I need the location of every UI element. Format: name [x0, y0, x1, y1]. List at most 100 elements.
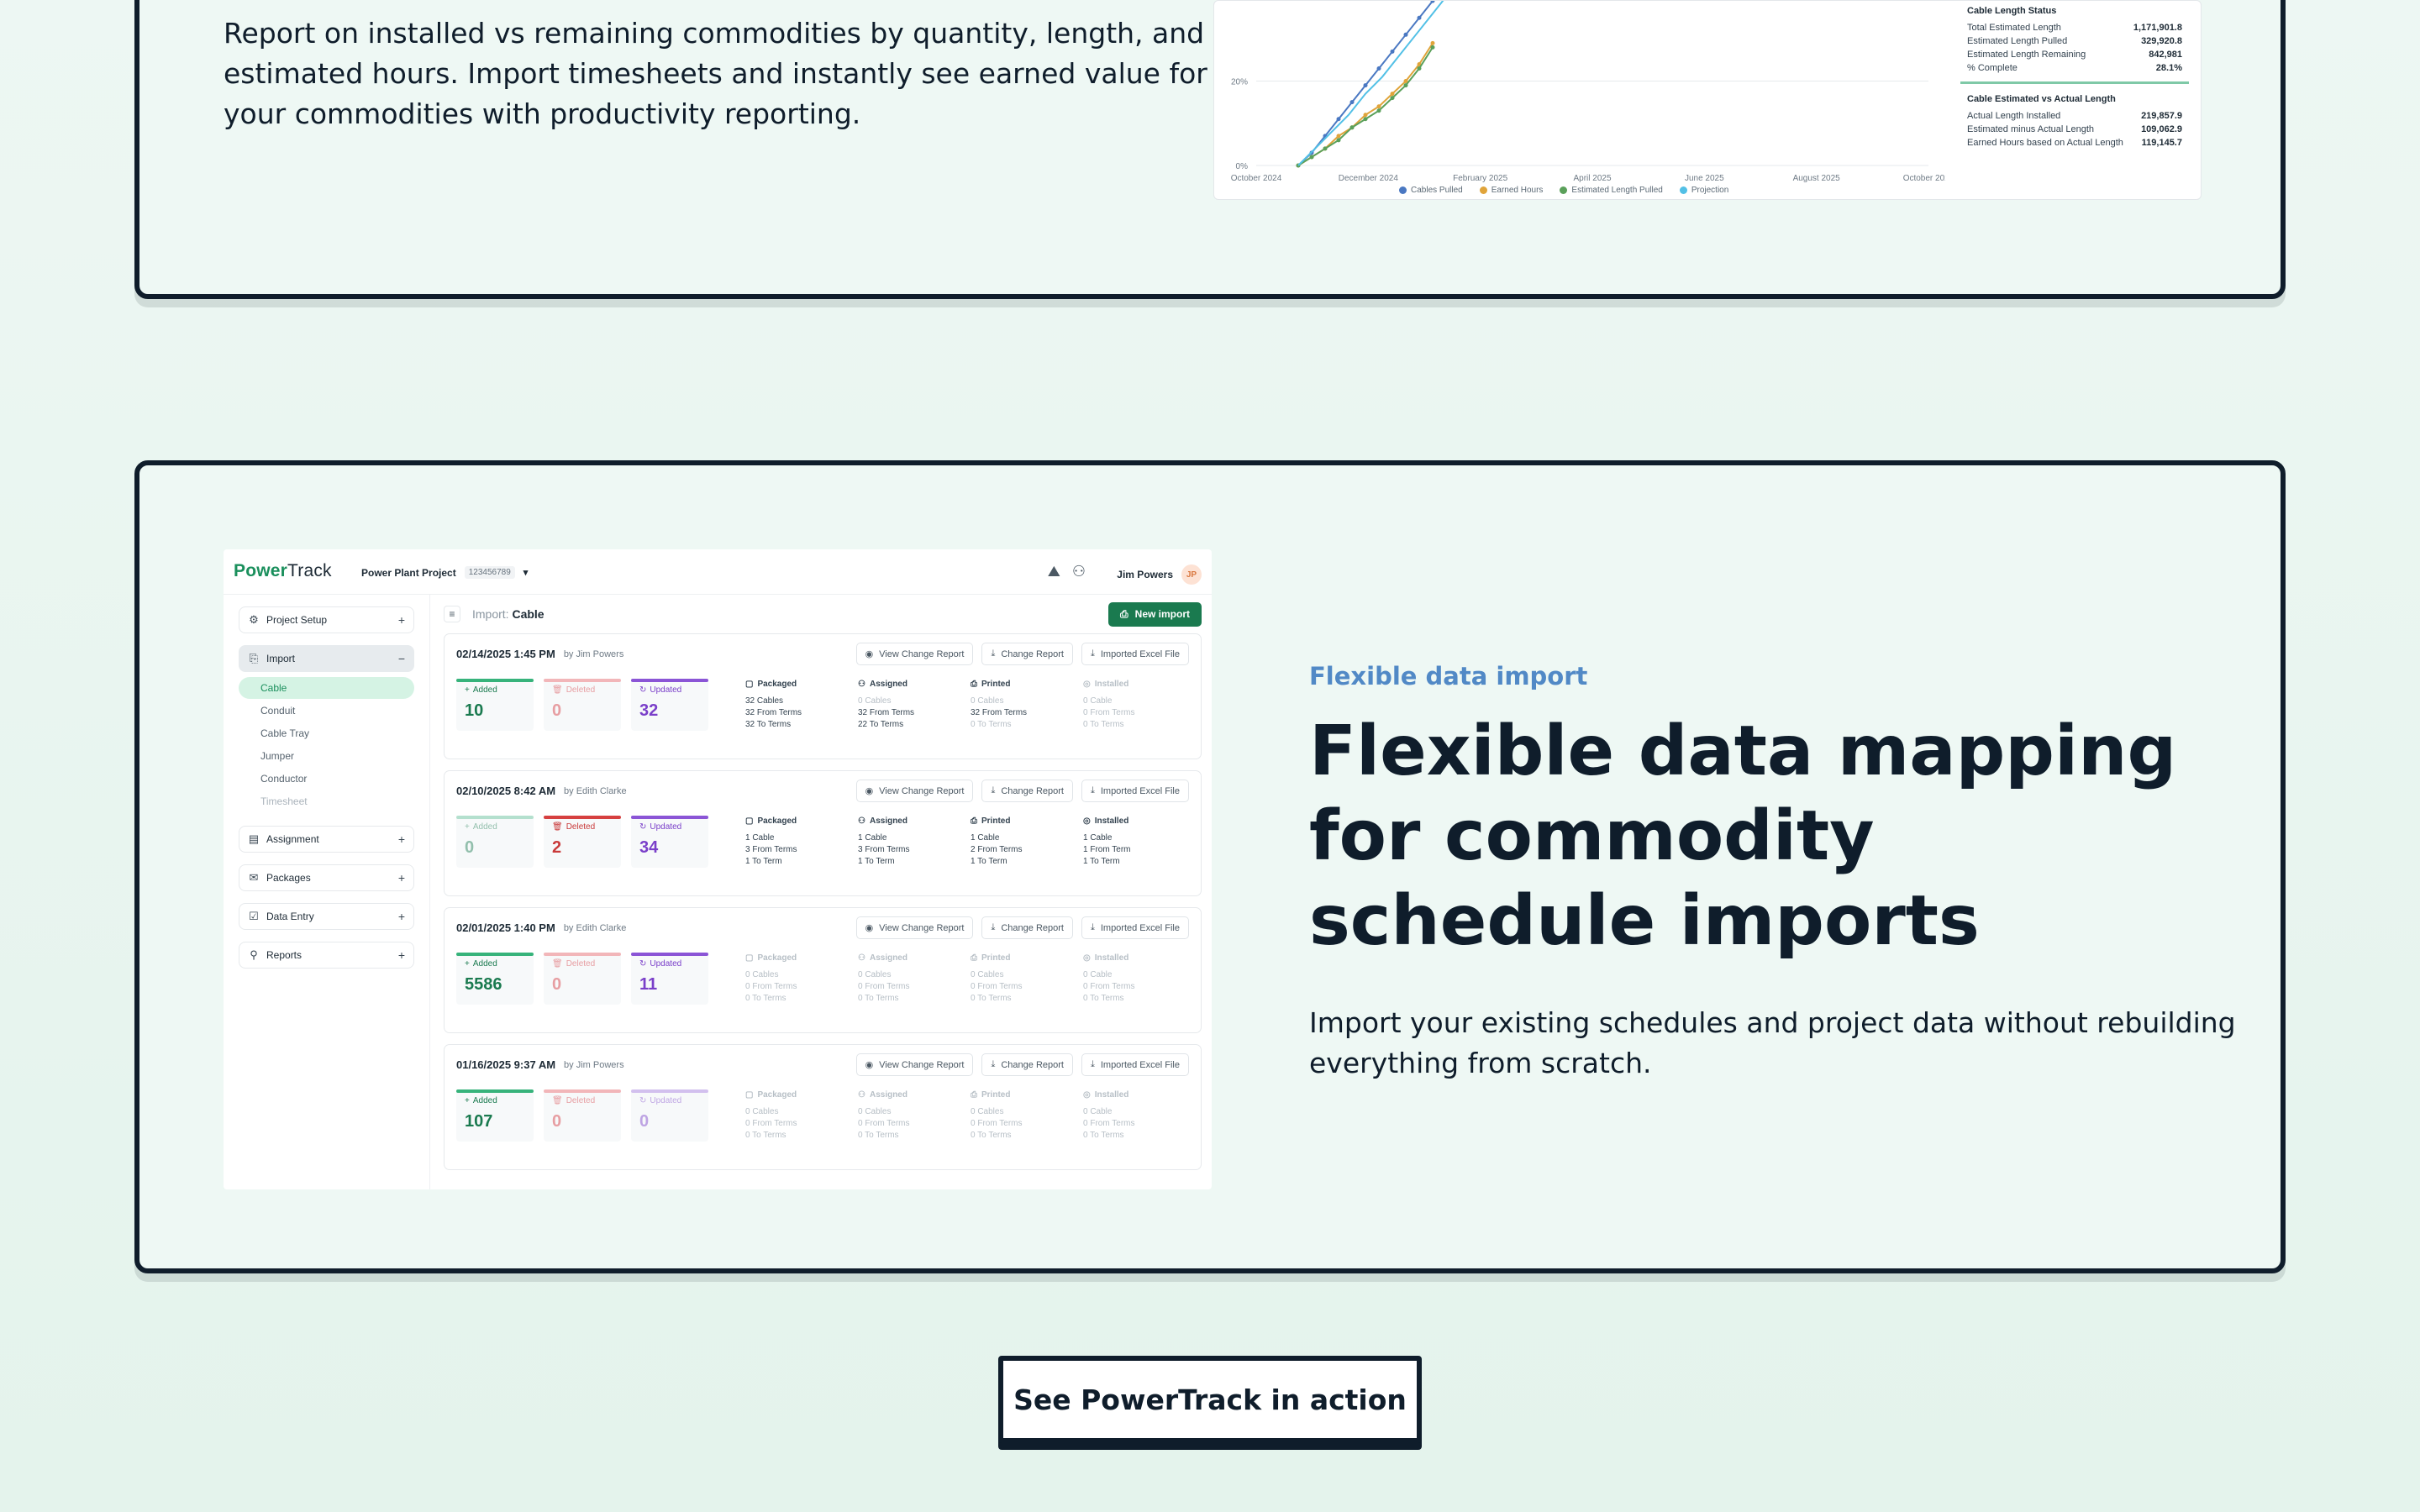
cable-length-summary: Cable Length Status Total Estimated Leng…	[1957, 1, 2192, 199]
menu-icon[interactable]: ≡	[444, 606, 460, 622]
sidebar-subitem-cable[interactable]: Cable	[239, 677, 414, 699]
check-circle-icon: ◎	[1083, 680, 1091, 689]
added-stat: + Added 10	[456, 679, 534, 731]
series-line	[1297, 1, 1434, 166]
imported-excel-file-button[interactable]: ⤓ Imported Excel File	[1081, 1053, 1189, 1076]
series-point	[1376, 104, 1381, 109]
see-powertrack-in-action-button[interactable]: See PowerTrack in action	[998, 1356, 1422, 1443]
powertrack-logo[interactable]: PowerTrack	[234, 561, 332, 581]
plus-icon: +	[465, 822, 470, 832]
imported-excel-file-button[interactable]: ⤓ Imported Excel File	[1081, 780, 1189, 802]
legend-swatch	[1679, 186, 1687, 194]
legend-swatch	[1399, 186, 1407, 194]
user-menu[interactable]: Jim Powers JP	[1117, 564, 1202, 585]
minus-icon: −	[397, 652, 405, 665]
check-circle-icon: ◎	[1083, 1090, 1091, 1100]
series-line	[1297, 46, 1434, 166]
sidebar-item-import[interactable]: ⎘ Import −	[239, 645, 414, 672]
deleted-stat: 🗑 Deleted 0	[544, 953, 621, 1005]
series-point	[1309, 155, 1314, 160]
sidebar-item-data-entry[interactable]: ☑ Data Entry +	[239, 903, 414, 930]
series-point	[1349, 100, 1355, 105]
chart-icon[interactable]: ⛰	[1048, 563, 1060, 580]
powertrack-app-screenshot: PowerTrack Power Plant Project 123456789…	[224, 549, 1212, 1189]
download-icon: ⤓	[1090, 1059, 1095, 1069]
package-icon: ▢	[745, 1090, 754, 1100]
trash-icon: 🗑	[552, 1096, 563, 1105]
plus-icon: +	[397, 871, 405, 885]
legend-label: Projection	[1691, 186, 1729, 195]
sidebar-subitem-jumper[interactable]: Jumper	[239, 745, 414, 767]
import-author: by Edith Clarke	[563, 922, 627, 933]
sidebar-item-reports[interactable]: ⚲ Reports +	[239, 942, 414, 969]
imported-excel-file-button[interactable]: ⤓ Imported Excel File	[1081, 916, 1189, 939]
report-feature-description: Report on installed vs remaining commodi…	[224, 17, 1249, 130]
y-tick-label: 20%	[1231, 78, 1248, 87]
estimated-vs-actual-title: Cable Estimated vs Actual Length	[1967, 94, 2116, 104]
download-icon: ⤓	[1090, 922, 1095, 932]
change-report-button[interactable]: ⤓ Change Report	[981, 916, 1073, 939]
view-change-report-button[interactable]: ◉ View Change Report	[855, 780, 974, 802]
import-history-card: 02/01/2025 1:40 PM by Edith Clarke ◉ View …	[444, 907, 1202, 1033]
sidebar-item-packages[interactable]: ✉ Packages +	[239, 864, 414, 891]
sidebar-item-project-setup[interactable]: ⚙ Project Setup +	[239, 606, 414, 633]
eye-icon: ◉	[865, 649, 874, 659]
summary-row: Estimated minus Actual Length 109,062.9	[1967, 124, 2182, 134]
import-submenu: Cable Conduit Cable Tray Jumper Conducto…	[239, 677, 414, 812]
plus-icon: +	[465, 1096, 470, 1105]
added-stat: + Added 5586	[456, 953, 534, 1005]
packaged-column: ▢ Packaged 0 Cables 0 From Terms 0 To Terms	[745, 953, 797, 1003]
deleted-stat: 🗑 Deleted 2	[544, 816, 621, 868]
view-change-report-button[interactable]: ◉ View Change Report	[855, 1053, 974, 1076]
series-point	[1363, 117, 1368, 122]
series-point	[1403, 83, 1408, 88]
plus-icon: +	[397, 948, 405, 962]
sidebar-subitem-timesheet[interactable]: Timesheet	[239, 790, 414, 812]
plus-icon: +	[397, 832, 405, 846]
project-selector[interactable]: Power Plant Project 123456789 ▾	[361, 566, 528, 579]
import-author: by Jim Powers	[564, 1059, 624, 1070]
download-icon: ⤓	[991, 785, 996, 795]
users-icon[interactable]: ⚇	[1072, 563, 1086, 580]
printed-column: ⎙ Printed 0 Cables 0 From Terms 0 To Terms	[971, 1090, 1023, 1140]
series-point	[1417, 66, 1422, 71]
change-report-button[interactable]: ⤓ Change Report	[981, 780, 1073, 802]
summary-row: Earned Hours based on Actual Length 119,1…	[1967, 138, 2182, 148]
project-code: 123456789	[464, 566, 515, 579]
printer-icon: ⎙	[971, 680, 977, 689]
import-date: 01/16/2025 9:37 AM	[456, 1058, 556, 1071]
trash-icon: 🗑	[552, 959, 563, 969]
series-point	[1430, 40, 1435, 45]
printed-column: ⎙ Printed 0 Cables 0 From Terms 0 To Terms	[971, 953, 1023, 1003]
import-author: by Jim Powers	[563, 648, 624, 659]
sidebar-item-assignment[interactable]: ▤ Assignment +	[239, 826, 414, 853]
series-point	[1336, 117, 1341, 122]
sidebar-subitem-conduit[interactable]: Conduit	[239, 700, 414, 722]
legend-item: Projection	[1679, 186, 1729, 195]
user-name: Jim Powers	[1117, 569, 1173, 580]
download-icon: ⤓	[991, 648, 996, 659]
import-author: by Edith Clarke	[564, 785, 627, 796]
download-icon: ⤓	[991, 922, 996, 932]
series-point	[1323, 146, 1328, 151]
installed-column: ◎ Installed 0 Cable 0 From Terms 0 To Terms	[1083, 680, 1135, 729]
imported-excel-file-button[interactable]: ⤓ Imported Excel File	[1081, 643, 1189, 665]
package-icon: ▢	[745, 680, 754, 689]
sidebar-subitem-cable-tray[interactable]: Cable Tray	[239, 722, 414, 744]
avatar: JP	[1181, 564, 1202, 585]
printer-icon: ⎙	[971, 816, 977, 826]
change-report-button[interactable]: ⤓ Change Report	[981, 643, 1073, 665]
legend-item: Cables Pulled	[1399, 186, 1463, 195]
package-icon: ▢	[745, 953, 754, 963]
change-report-button[interactable]: ⤓ Change Report	[981, 1053, 1073, 1076]
new-import-button[interactable]: ⎙ New import	[1108, 601, 1202, 627]
view-change-report-button[interactable]: ◉ View Change Report	[855, 643, 974, 665]
sidebar-subitem-conductor[interactable]: Conductor	[239, 768, 414, 790]
progress-line-chart: 0% 20% 40% October 2024 December 2024 Februar…	[1231, 1, 1945, 183]
added-stat: + Added 107	[456, 1089, 534, 1142]
series-point	[1376, 66, 1381, 71]
view-change-report-button[interactable]: ◉ View Change Report	[855, 916, 974, 939]
app-header: PowerTrack Power Plant Project 123456789…	[224, 549, 1212, 595]
y-tick-label: 40%	[1231, 1, 1248, 3]
check-circle-icon: ◎	[1083, 953, 1091, 963]
